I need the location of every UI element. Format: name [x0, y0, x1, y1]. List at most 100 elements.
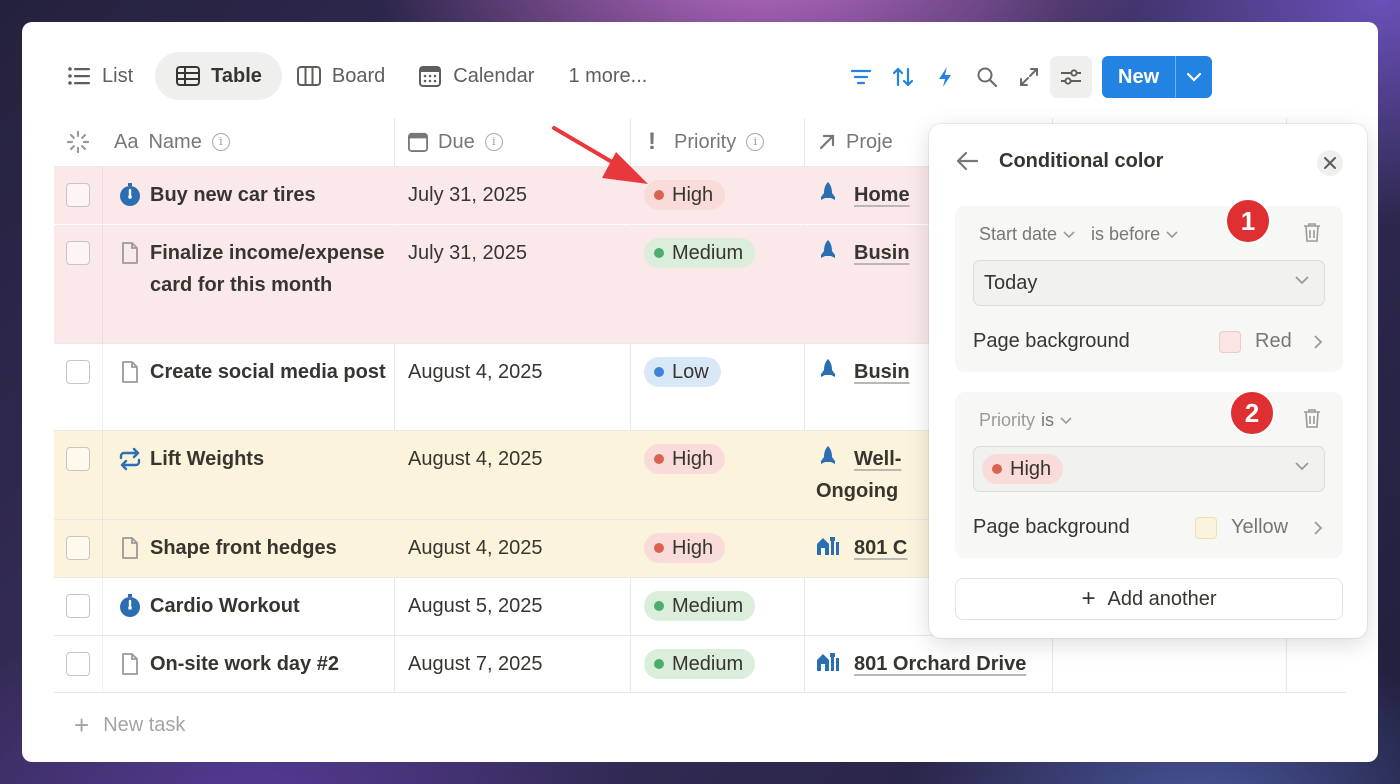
row-name[interactable]: Buy new car tires: [150, 179, 390, 211]
rocket-icon: [821, 359, 835, 377]
delete-rule-button[interactable]: [1303, 408, 1321, 433]
priority-badge[interactable]: Low: [644, 357, 721, 387]
row-due[interactable]: August 5, 2025: [408, 590, 543, 622]
row-checkbox[interactable]: [66, 536, 90, 560]
rule-property-select[interactable]: Start date: [979, 224, 1057, 245]
row-due[interactable]: July 31, 2025: [408, 179, 527, 211]
info-icon[interactable]: i: [746, 133, 765, 151]
row-checkbox[interactable]: [66, 447, 90, 471]
delete-rule-button[interactable]: [1303, 222, 1321, 247]
rocket-icon: [821, 446, 835, 464]
rule-value-select[interactable]: Today: [973, 260, 1325, 306]
priority-dot: [992, 464, 1002, 474]
house-tools-icon: [817, 653, 839, 671]
info-icon[interactable]: i: [211, 133, 230, 151]
column-header-priority[interactable]: ! Priority i: [648, 118, 765, 166]
project-link[interactable]: Busin: [816, 237, 910, 269]
row-checkbox[interactable]: [66, 594, 90, 618]
row-checkbox[interactable]: [66, 183, 90, 207]
project-link[interactable]: 801 Orchard Drive: [816, 648, 1026, 680]
row-due[interactable]: July 31, 2025: [408, 237, 527, 269]
new-button[interactable]: New: [1102, 56, 1175, 98]
row-checkbox[interactable]: [66, 241, 90, 265]
rule-operator-select[interactable]: is before: [1091, 224, 1160, 245]
rule-value-select[interactable]: High: [973, 446, 1325, 492]
settings-button[interactable]: [1050, 56, 1092, 98]
project-link[interactable]: Well-: [816, 443, 901, 475]
sort-button[interactable]: [882, 56, 924, 98]
priority-dot: [654, 190, 664, 200]
row-checkbox[interactable]: [66, 652, 90, 676]
rule-operator-select[interactable]: is: [1041, 410, 1054, 431]
tab-table[interactable]: Table: [155, 52, 282, 100]
background-label: Page background: [973, 330, 1130, 352]
search-button[interactable]: [966, 56, 1008, 98]
rule-condition: Start date is before: [979, 224, 1194, 245]
priority-dot: [654, 659, 664, 669]
row-name[interactable]: Finalize income/expense card for this mo…: [150, 237, 390, 301]
row-name[interactable]: On-site work day #2: [150, 648, 390, 680]
project-name: Well-: [854, 448, 902, 470]
filter-button[interactable]: [840, 56, 882, 98]
automation-button[interactable]: [924, 56, 966, 98]
rocket-icon: [821, 182, 835, 200]
row-name[interactable]: Shape front hedges: [150, 532, 390, 564]
row-name[interactable]: Create social media post: [150, 356, 390, 388]
row-due[interactable]: August 4, 2025: [408, 356, 543, 388]
new-task-button[interactable]: + New task: [74, 710, 185, 741]
chevron-down-icon: [1060, 416, 1072, 424]
row-name[interactable]: Cardio Workout: [150, 590, 390, 622]
column-header-due[interactable]: Due i: [408, 118, 503, 166]
search-icon: [977, 67, 997, 87]
tab-more[interactable]: 1 more...: [556, 52, 665, 100]
row-checkbox[interactable]: [66, 360, 90, 384]
new-dropdown-button[interactable]: [1175, 56, 1212, 98]
close-button[interactable]: [1317, 150, 1343, 176]
back-button[interactable]: [955, 150, 979, 177]
project-name: Home: [854, 184, 910, 206]
tab-board[interactable]: Board: [286, 52, 403, 100]
select-all-header[interactable]: [66, 118, 90, 166]
priority-dot: [654, 454, 664, 464]
project-link[interactable]: 801 C: [816, 532, 907, 564]
row-due[interactable]: August 4, 2025: [408, 532, 543, 564]
annotation-arrow-icon: [552, 126, 648, 184]
trash-icon: [1304, 223, 1320, 242]
project-link-secondary[interactable]: Ongoing: [816, 475, 898, 507]
chevron-down-icon: [1063, 230, 1075, 238]
project-name: 801 Orchard Drive: [854, 653, 1027, 675]
column-header-name[interactable]: Aa Name i: [114, 118, 230, 166]
priority-badge[interactable]: High: [644, 444, 726, 474]
priority-badge[interactable]: High: [644, 180, 726, 210]
toolbar: New: [840, 56, 1213, 98]
project-link[interactable]: Home: [816, 179, 910, 211]
expand-button[interactable]: [1008, 56, 1050, 98]
column-header-project[interactable]: Proje: [818, 118, 893, 166]
priority-label: Medium: [672, 652, 744, 675]
priority-badge[interactable]: High: [644, 533, 726, 563]
add-another-button[interactable]: + Add another: [955, 578, 1343, 620]
priority-badge[interactable]: Medium: [644, 649, 756, 679]
board-icon: [296, 64, 322, 88]
project-name: Ongoing: [816, 480, 899, 502]
priority-badge[interactable]: Medium: [644, 591, 756, 621]
column-due-label: Due: [438, 130, 475, 153]
filter-icon: [850, 69, 872, 85]
tab-calendar[interactable]: Calendar: [407, 52, 552, 100]
background-label: Page background: [973, 516, 1130, 538]
page-background-row[interactable]: Page background Yellow: [973, 516, 1323, 539]
info-icon[interactable]: i: [484, 133, 503, 151]
table-row[interactable]: On-site work day #2 August 7, 2025 Mediu…: [54, 636, 1346, 692]
step-badge: 1: [1225, 198, 1271, 244]
page-background-row[interactable]: Page background Red: [973, 330, 1323, 353]
project-link[interactable]: Busin: [816, 356, 910, 388]
rule-property-select[interactable]: Priority: [979, 410, 1035, 431]
row-due[interactable]: August 7, 2025: [408, 648, 543, 680]
chevron-down-icon: [1187, 72, 1202, 82]
divider: [54, 692, 1346, 693]
row-name[interactable]: Lift Weights: [150, 443, 390, 475]
color-rule-card: Start date is before 1 Today Page backgr…: [955, 198, 1343, 372]
tab-list[interactable]: List: [56, 52, 151, 100]
row-due[interactable]: August 4, 2025: [408, 443, 543, 475]
priority-badge[interactable]: Medium: [644, 238, 756, 268]
